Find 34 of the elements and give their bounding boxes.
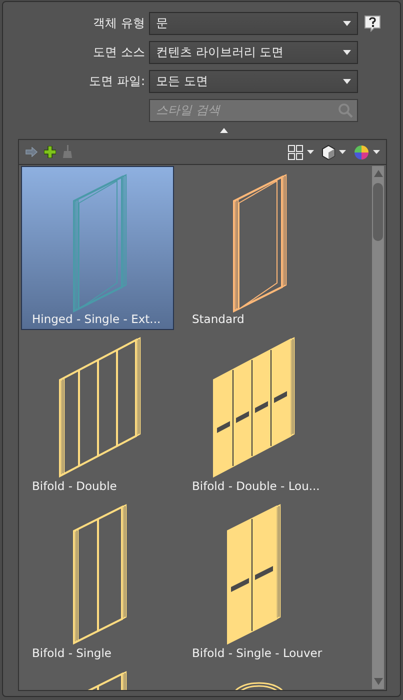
collapse-icon[interactable] (220, 128, 228, 133)
display-dropdown[interactable] (322, 144, 346, 160)
style-tile[interactable]: Bifold - Double (21, 333, 174, 497)
scroll-down-icon (374, 678, 382, 685)
search-icon (338, 102, 353, 118)
style-tile[interactable]: Bifold - Double - Lou... (181, 333, 334, 497)
scroll-up-icon (374, 170, 382, 177)
view-dropdown[interactable] (288, 144, 314, 160)
scroll-thumb[interactable] (373, 183, 383, 241)
style-tile[interactable]: Hinged - Single - Ext... (21, 166, 174, 330)
caret-icon (343, 20, 351, 26)
dropdown[interactable]: 모든 도면 (149, 70, 358, 92)
caret-icon (373, 150, 380, 154)
color-wheel-icon (354, 144, 369, 160)
style-tile[interactable]: Bifold - Single - Louver (181, 500, 334, 664)
cube-icon (322, 144, 335, 160)
help-icon[interactable] (364, 14, 381, 32)
grid-view-icon (288, 144, 303, 160)
scrollbar[interactable] (372, 166, 384, 689)
color-dropdown[interactable] (354, 144, 380, 160)
caret-icon (339, 150, 346, 154)
dropdown[interactable]: 컨텐츠 라이브러리 도면 (149, 40, 358, 64)
style-tile[interactable]: Standard (181, 166, 334, 330)
field-label: 도면 소스 (92, 44, 146, 60)
field-label: 도면 파일: (88, 72, 146, 90)
search-field[interactable]: 스타일 검색 (149, 98, 358, 122)
arrow-right-icon[interactable] (25, 147, 38, 157)
style-tile[interactable]: Bifold - Single (21, 500, 174, 664)
dropdown[interactable]: 문 (149, 12, 358, 34)
caret-icon (343, 50, 351, 54)
caret-icon (343, 78, 351, 84)
caret-icon (307, 150, 314, 154)
add-icon[interactable] (44, 146, 56, 158)
field-label: 객체 유형 (92, 14, 146, 32)
